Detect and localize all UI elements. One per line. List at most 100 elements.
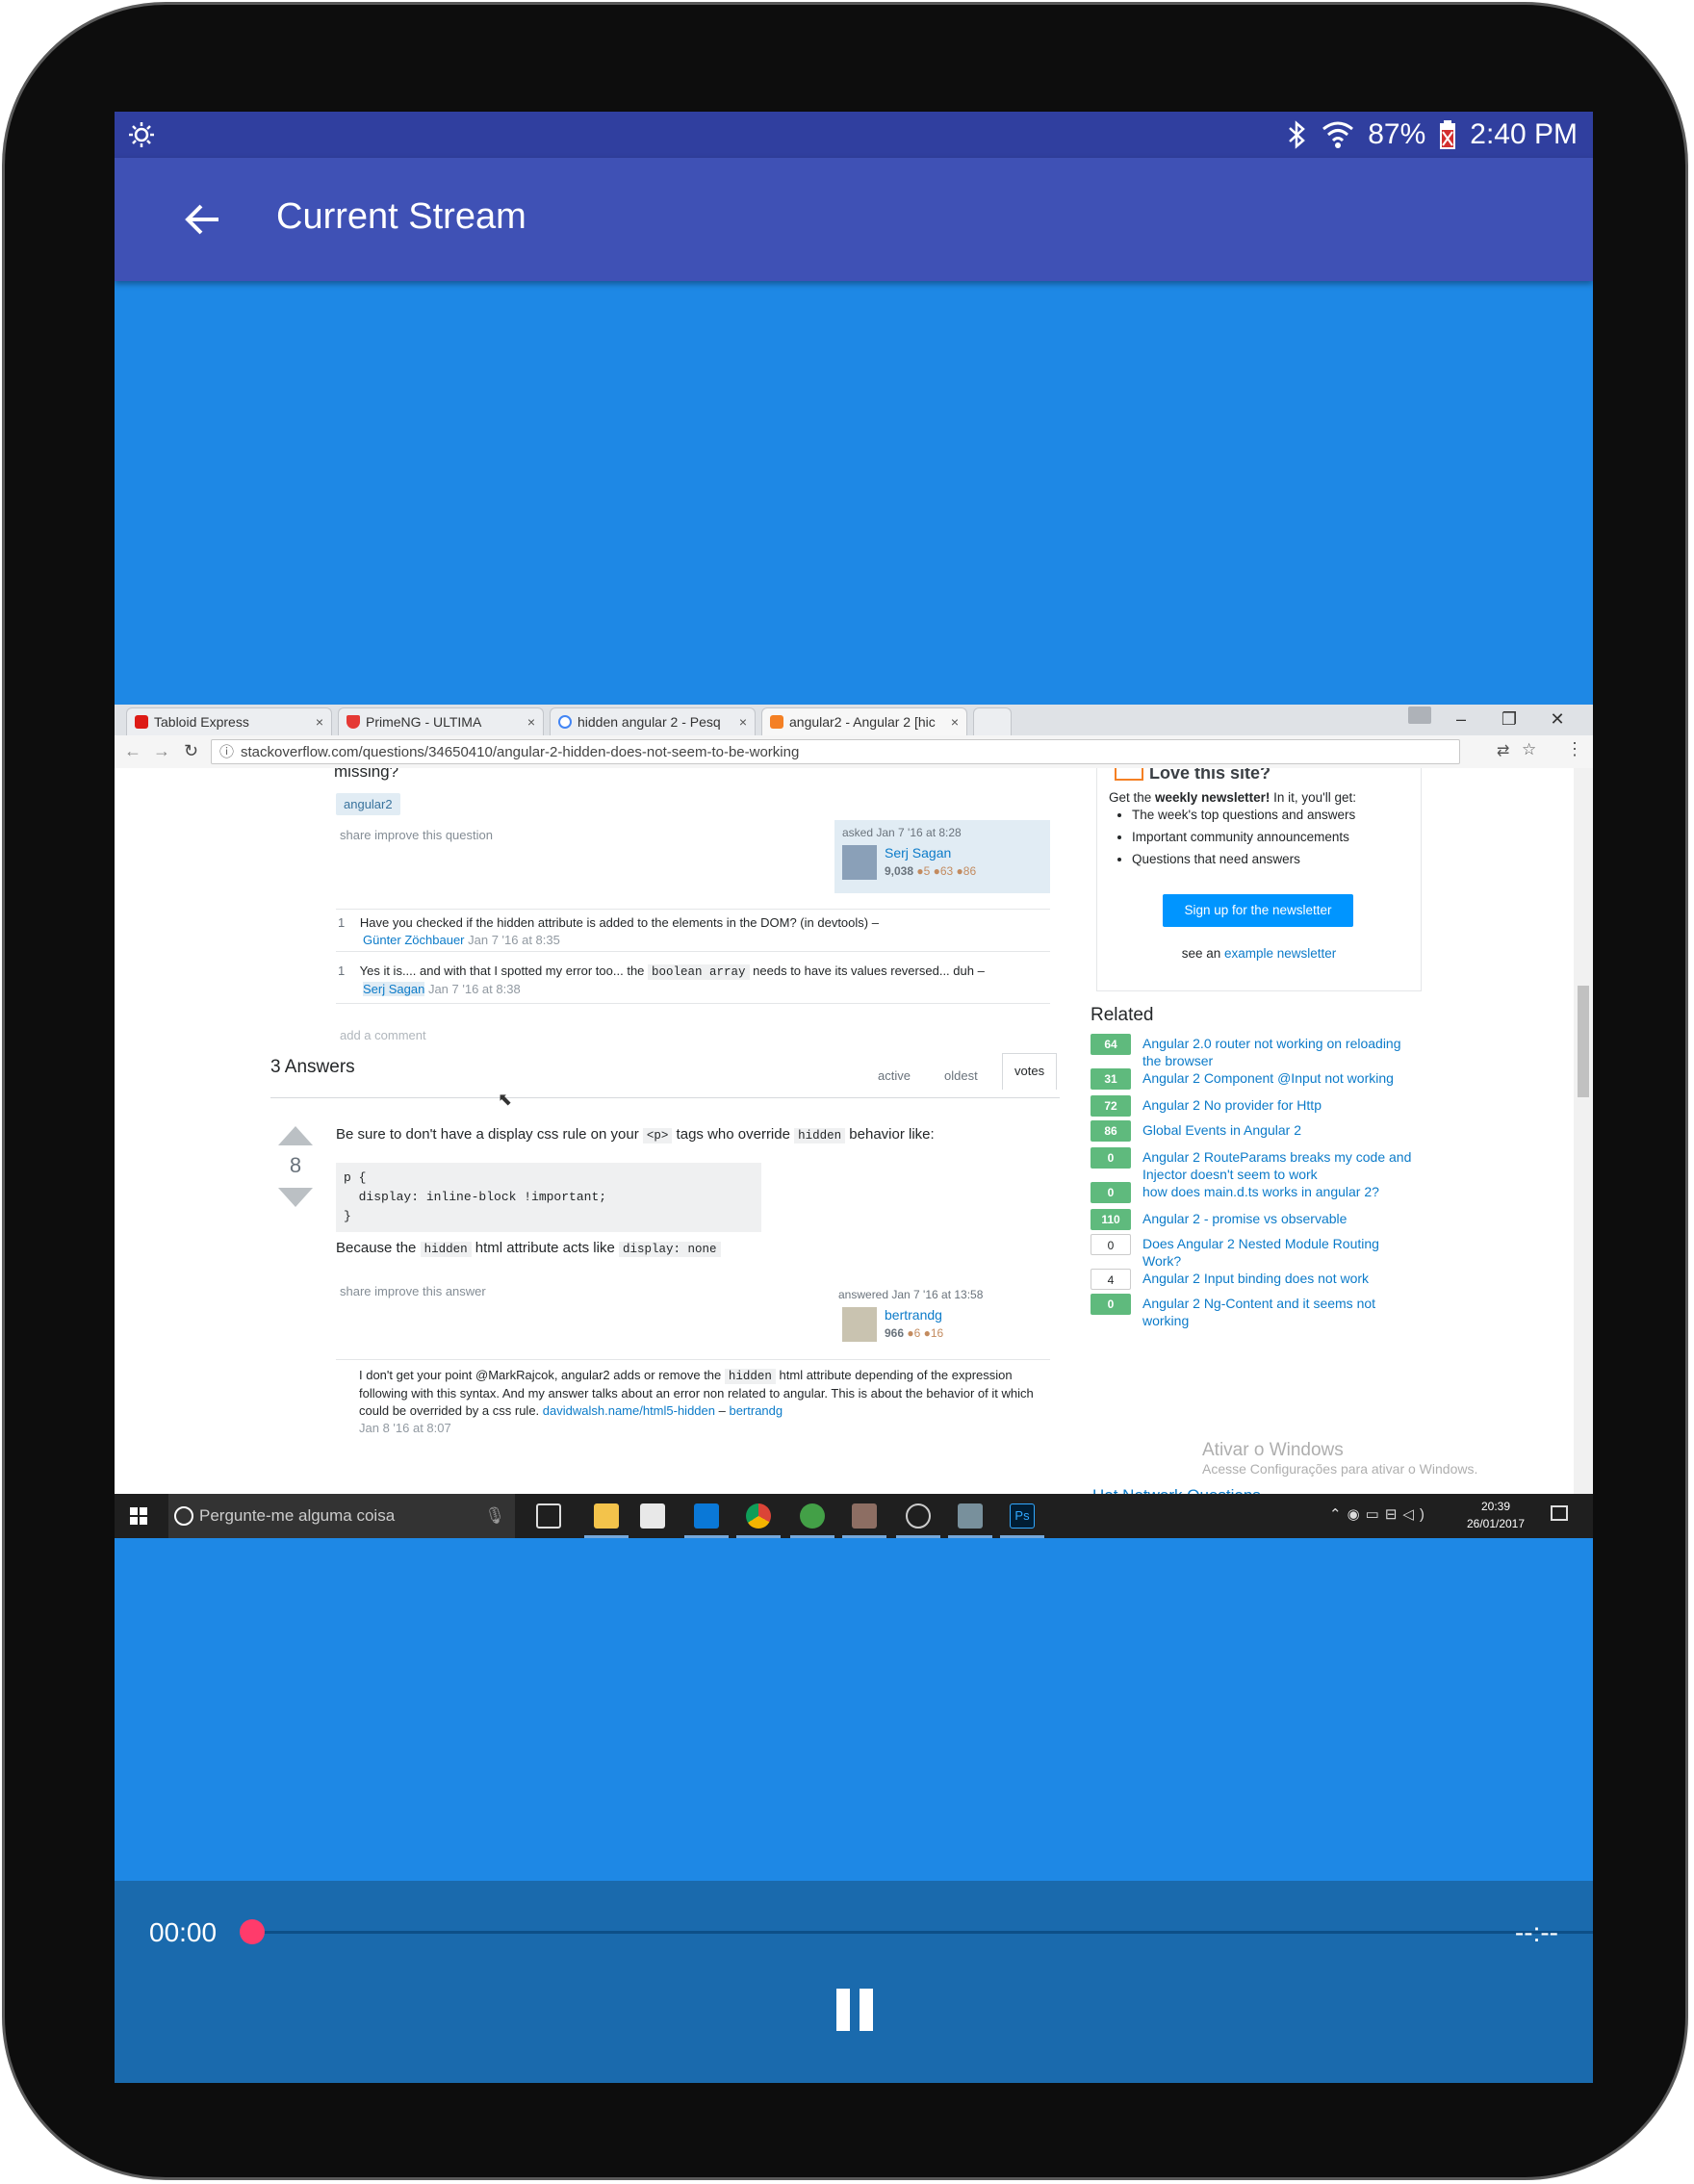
vote-badge: 0 <box>1091 1182 1131 1203</box>
avatar[interactable] <box>842 1307 877 1342</box>
scrollbar[interactable] <box>1574 768 1593 1494</box>
related-link[interactable]: Angular 2 No provider for Http <box>1142 1096 1322 1114</box>
clock: 2:40 PM <box>1470 118 1578 150</box>
restore-button[interactable]: ❐ <box>1485 705 1533 735</box>
notification-icon[interactable] <box>1551 1505 1568 1521</box>
file-explorer-icon[interactable] <box>594 1503 619 1529</box>
avatar[interactable] <box>842 845 877 880</box>
related-link[interactable]: Angular 2 Component @Input not working <box>1142 1069 1394 1087</box>
vote-badge: 31 <box>1091 1068 1131 1090</box>
related-link[interactable]: Angular 2 Input binding does not work <box>1142 1270 1369 1287</box>
microphone-icon[interactable]: 🎙 <box>484 1494 505 1538</box>
reload-icon[interactable]: ↻ <box>184 741 198 761</box>
back-arrow-icon[interactable] <box>176 193 230 246</box>
comment: 1 Yes it is.... and with that I spotted … <box>338 964 985 996</box>
newsletter-title: Love this site? <box>1115 768 1270 784</box>
star-icon[interactable]: ☆ <box>1522 740 1536 759</box>
store-icon[interactable] <box>640 1503 665 1529</box>
code-block: p { display: inline-block !important; } <box>336 1163 761 1232</box>
hot-network-heading[interactable]: Hot Network Questions <box>1092 1486 1261 1494</box>
close-tab-icon[interactable]: × <box>316 714 323 730</box>
related-link[interactable]: Angular 2.0 router not working on reload… <box>1142 1035 1418 1069</box>
question-tag[interactable]: angular2 <box>336 793 400 815</box>
comment: I don't get your point @MarkRajcok, angu… <box>359 1368 1034 1435</box>
shield-icon <box>346 715 360 729</box>
new-tab-button[interactable] <box>973 707 1012 735</box>
system-tray-icons[interactable]: ⌃◉▭⊟◁) <box>1329 1505 1430 1523</box>
photoshop-icon[interactable]: Ps <box>1010 1503 1035 1529</box>
list-item: Important community announcements <box>1132 826 1355 848</box>
browser-tab[interactable]: hidden angular 2 - Pesq × <box>550 707 756 735</box>
newsletter-box: Love this site? Get the weekly newslette… <box>1096 768 1422 991</box>
menu-icon[interactable]: ⋮ <box>1566 739 1583 759</box>
pause-button[interactable] <box>834 1989 875 2035</box>
related-heading: Related <box>1091 1005 1154 1025</box>
close-tab-icon[interactable]: × <box>527 714 535 730</box>
user-link[interactable]: Serj Sagan <box>885 845 951 861</box>
bluetooth-icon <box>1289 120 1306 149</box>
related-link[interactable]: Angular 2 Ng-Content and it seems not wo… <box>1142 1295 1418 1329</box>
profile-icon[interactable] <box>1408 707 1431 724</box>
browser-tab[interactable]: Tabloid Express × <box>126 707 332 735</box>
add-comment-link[interactable]: add a comment <box>340 1028 426 1042</box>
answered-date: answered Jan 7 '16 at 13:58 <box>838 1288 984 1301</box>
tab-active[interactable]: active <box>878 1068 911 1083</box>
related-link[interactable]: Angular 2 - promise vs observable <box>1142 1210 1347 1227</box>
signup-button[interactable]: Sign up for the newsletter <box>1163 894 1353 927</box>
windows-start-icon[interactable] <box>130 1507 147 1525</box>
seek-bar[interactable] <box>251 1931 1593 1934</box>
player-controls: 00:00 --:-- <box>115 1881 1593 2083</box>
remote-desktop-icon[interactable] <box>694 1503 719 1529</box>
tab-oldest[interactable]: oldest <box>944 1068 978 1083</box>
windows-taskbar: Pergunte-me alguma coisa 🎙 Ps ⌃◉▭⊟◁) 20:… <box>115 1494 1593 1538</box>
browser-tab[interactable]: PrimeNG - ULTIMA × <box>338 707 544 735</box>
close-tab-icon[interactable]: × <box>739 714 747 730</box>
vote-badge: 0 <box>1091 1234 1131 1255</box>
vote-badge: 86 <box>1091 1120 1131 1142</box>
vote-badge: 110 <box>1091 1209 1131 1230</box>
brightness-icon <box>129 122 154 147</box>
back-icon[interactable]: ← <box>124 741 141 761</box>
vote-badge: 0 <box>1091 1294 1131 1315</box>
active-indicator <box>896 1535 940 1538</box>
active-indicator <box>842 1535 886 1538</box>
url-input[interactable]: ⓘ stackoverflow.com/questions/34650410/a… <box>211 739 1460 764</box>
stream-video: Tabloid Express × PrimeNG - ULTIMA × hid… <box>115 705 1593 1538</box>
app-icon[interactable] <box>958 1503 983 1529</box>
related-link[interactable]: Angular 2 RouteParams breaks my code and… <box>1142 1148 1418 1183</box>
battery-percent: 87% <box>1368 118 1426 150</box>
divider <box>270 1097 1060 1098</box>
app-icon[interactable] <box>906 1503 931 1529</box>
answer-text: Be sure to don't have a display css rule… <box>336 1126 935 1143</box>
task-view-icon[interactable] <box>536 1503 561 1529</box>
app-icon[interactable] <box>800 1503 825 1529</box>
question-actions[interactable]: share improve this question <box>340 828 493 842</box>
answer-actions[interactable]: share improve this answer <box>340 1284 486 1298</box>
seek-thumb[interactable] <box>240 1919 265 1944</box>
taskbar-clock[interactable]: 20:39 26/01/2017 <box>1462 1498 1529 1532</box>
answers-count: 3 Answers <box>270 1057 355 1077</box>
upvote-icon[interactable] <box>278 1124 313 1145</box>
tab-votes[interactable]: votes <box>1002 1053 1058 1090</box>
related-link[interactable]: how does main.d.ts works in angular 2? <box>1142 1183 1379 1200</box>
close-window-button[interactable]: ✕ <box>1533 705 1581 735</box>
app-bar: Current Stream <box>115 158 1593 281</box>
chrome-icon[interactable] <box>746 1503 771 1529</box>
related-link[interactable]: Global Events in Angular 2 <box>1142 1121 1301 1139</box>
divider <box>336 951 1050 952</box>
user-link[interactable]: bertrandg <box>885 1307 942 1323</box>
angular-icon <box>135 715 148 729</box>
translate-icon[interactable]: ⇄ <box>1497 741 1509 760</box>
related-link[interactable]: Does Angular 2 Nested Module Routing Wor… <box>1142 1235 1418 1270</box>
app-icon[interactable] <box>852 1503 877 1529</box>
taskbar-search[interactable]: Pergunte-me alguma coisa 🎙 <box>168 1494 515 1538</box>
active-indicator <box>948 1535 992 1538</box>
close-tab-icon[interactable]: × <box>951 714 959 730</box>
activation-watermark-sub: Acesse Configurações para ativar o Windo… <box>1202 1461 1478 1477</box>
downvote-icon[interactable] <box>278 1188 313 1209</box>
minimize-button[interactable]: – <box>1437 705 1485 735</box>
scrollbar-thumb[interactable] <box>1578 986 1589 1097</box>
forward-icon[interactable]: → <box>153 741 170 761</box>
browser-tab-active[interactable]: angular2 - Angular 2 [hic × <box>761 707 967 735</box>
pause-icon <box>860 1989 873 2031</box>
